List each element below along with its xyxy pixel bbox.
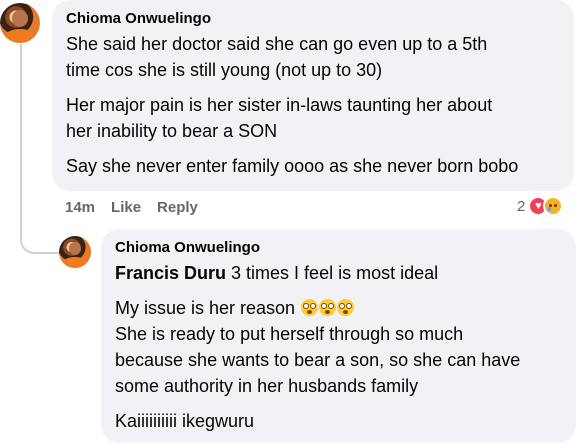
tear-icon — [548, 207, 552, 211]
reply-bubble: Chioma Onwuelingo Francis Duru 3 times I… — [101, 229, 576, 443]
comment-line: She said her doctor said she can go even… — [66, 34, 488, 54]
comment-paragraph-1: She said her doctor said she can go even… — [66, 31, 560, 83]
reply-button[interactable]: Reply — [157, 199, 198, 216]
comment-line: Her major pain is her sister in-laws tau… — [66, 95, 493, 115]
reply-avatar[interactable] — [59, 236, 91, 268]
like-button[interactable]: Like — [111, 199, 141, 216]
comment-actions: 14m Like Reply — [65, 199, 198, 216]
reply-line: Francis Duru 3 times I feel is most idea… — [115, 260, 562, 286]
flushed-face-icon — [337, 299, 355, 316]
reply-paragraph-2: My issue is her reason She is ready to p… — [115, 295, 562, 399]
avatar-shirt — [4, 29, 36, 43]
reply-author[interactable]: Chioma Onwuelingo — [115, 238, 562, 258]
reply-paragraph-1: Francis Duru 3 times I feel is most idea… — [115, 260, 562, 286]
reply-line: Kaiiiiiiiiii ikegwuru — [115, 411, 255, 431]
comment-line: her inability to bear a SON — [66, 121, 278, 141]
flushed-face-icon — [319, 299, 337, 316]
avatar-face — [12, 10, 28, 27]
mention-text: 3 times I feel is most ideal — [226, 263, 439, 283]
comment-paragraph-2: Her major pain is her sister in-laws tau… — [66, 92, 560, 144]
comment-timestamp[interactable]: 14m — [65, 199, 95, 216]
reply-line: because she wants to bear a son, so she … — [115, 350, 521, 370]
reactions-summary[interactable]: 2 ♥ — [517, 196, 564, 216]
comment-paragraph-3: Say she never enter family oooo as she n… — [66, 153, 560, 179]
issue-text: My issue is her reason — [115, 298, 301, 318]
avatar-face — [68, 241, 82, 256]
comment-line: Say she never enter family oooo as she n… — [66, 156, 519, 176]
reply-paragraph-3: Kaiiiiiiiiii ikegwuru — [115, 408, 562, 434]
reply-line: some authority in her husbands family — [115, 376, 419, 396]
sad-icon — [543, 196, 564, 216]
mention-link[interactable]: Francis Duru — [115, 263, 226, 283]
reply-line: My issue is her reason — [115, 295, 562, 321]
flushed-face-icon — [301, 299, 319, 316]
comment-line: time cos she is still young (not up to 3… — [66, 60, 383, 80]
comment-bubble: Chioma Onwuelingo She said her doctor sa… — [52, 0, 574, 191]
comment-thread: Chioma Onwuelingo She said her doctor sa… — [0, 0, 579, 448]
avatar[interactable] — [0, 3, 40, 43]
reply-line: She is ready to put herself through so m… — [115, 324, 464, 344]
avatar-shirt — [62, 256, 88, 268]
comment-author[interactable]: Chioma Onwuelingo — [66, 9, 560, 29]
reaction-count: 2 — [517, 197, 526, 215]
